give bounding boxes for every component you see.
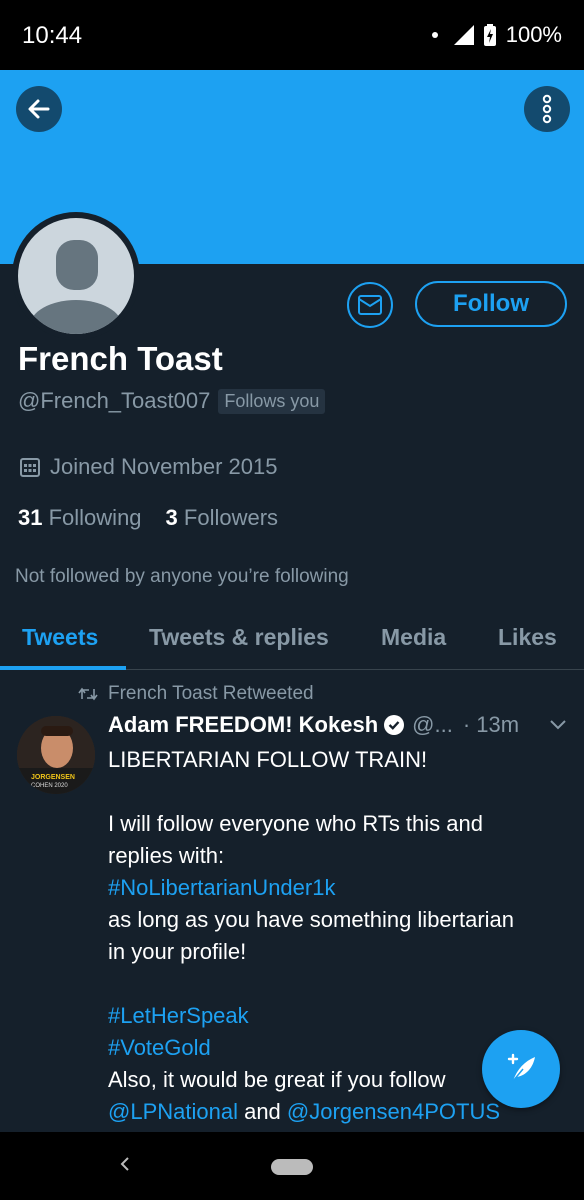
tab-likes[interactable]: Likes [498, 624, 557, 651]
profile-name: French Toast [18, 340, 223, 377]
system-navigation-bar [0, 1132, 584, 1200]
followers-label: Followers [183, 505, 279, 530]
retweeted-by: French Toast Retweeted [108, 683, 314, 704]
status-bar: 10:44 100% [0, 0, 584, 70]
signal-icon [453, 25, 474, 45]
tweet-author-handle: @... [412, 712, 453, 737]
verified-badge-icon [384, 715, 405, 735]
tweet-author-name[interactable]: Adam FREEDOM! Kokesh [108, 712, 378, 738]
status-time: 10:44 [22, 22, 83, 49]
more-options-button[interactable] [524, 86, 570, 132]
tab-tweets-replies[interactable]: Tweets & replies [149, 624, 329, 651]
tweet-header: Adam FREEDOM! Kokesh @... · 13m [108, 712, 572, 738]
tweet-line: in your profile! [108, 939, 247, 964]
notification-dot-icon [431, 32, 438, 38]
calendar-icon [20, 458, 40, 477]
mention-link[interactable]: @LPNational [108, 1099, 238, 1124]
status-icons: 100% [431, 22, 562, 48]
tweet-author-avatar[interactable]: JORGENSEN COHEN 2020 [17, 716, 95, 794]
arrow-left-icon [28, 99, 50, 119]
compose-feather-icon [507, 1053, 535, 1082]
default-avatar-icon [18, 218, 134, 334]
avatar-caption-2: COHEN 2020 [31, 783, 68, 789]
not-followed-text: Not followed by anyone you’re following [15, 566, 349, 587]
following-link[interactable]: 31 Following [18, 505, 142, 531]
hashtag-link[interactable]: #LetHerSpeak [108, 1000, 578, 1032]
profile-avatar[interactable] [12, 212, 140, 340]
nav-back-icon[interactable] [118, 1152, 132, 1176]
back-button[interactable] [16, 86, 62, 132]
battery-charging-icon [483, 24, 496, 46]
joined-date: Joined November 2015 [20, 454, 277, 480]
tweet-time: · 13m [462, 712, 520, 737]
mention-link[interactable]: @Jorgensen4POTUS [287, 1099, 500, 1124]
envelope-icon [358, 295, 382, 315]
tweet-line: as long as you have something libertaria… [108, 907, 515, 932]
message-button[interactable] [347, 282, 393, 328]
tweet-line: replies with: [108, 843, 225, 868]
profile-tabs: Tweets Tweets & replies Media Likes [0, 606, 584, 670]
chevron-down-icon[interactable] [550, 720, 566, 730]
following-label: Following [48, 505, 142, 530]
followers-count: 3 [165, 505, 178, 530]
avatar-caption-1: JORGENSEN [31, 774, 75, 781]
tab-tweets[interactable]: Tweets [22, 624, 98, 651]
retweet-context: French Toast Retweeted [78, 683, 314, 705]
following-count: 31 [18, 505, 43, 530]
tweet-line: LIBERTARIAN FOLLOW TRAIN! [108, 747, 428, 772]
compose-tweet-button[interactable] [482, 1030, 560, 1108]
retweet-icon [78, 687, 98, 701]
active-tab-indicator [0, 666, 126, 670]
tweet-line: I will follow everyone who RTs this and [108, 811, 483, 836]
tab-media[interactable]: Media [381, 624, 446, 651]
follows-you-badge: Follows you [218, 388, 326, 414]
profile-handle: @French_Toast007 [18, 388, 211, 413]
more-vertical-icon [542, 94, 552, 124]
follow-counts: 31 Following 3 Followers [18, 505, 278, 531]
joined-text: Joined November 2015 [50, 454, 278, 479]
handle-row: @French_Toast007 Follows you [18, 388, 326, 414]
nav-home-pill[interactable] [271, 1159, 313, 1175]
hashtag-link[interactable]: #NoLibertarianUnder1k [108, 872, 578, 904]
tweet-line-joiner: and [237, 1099, 287, 1124]
battery-level: 100% [505, 22, 562, 47]
follow-button[interactable]: Follow [415, 281, 567, 327]
followers-link[interactable]: 3 Followers [166, 505, 279, 531]
